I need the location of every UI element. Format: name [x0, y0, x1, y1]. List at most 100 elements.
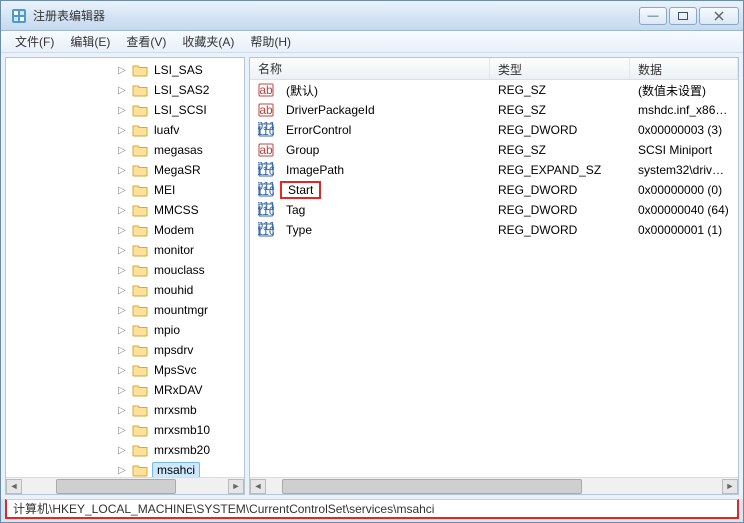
tree-item-label: mouclass: [152, 263, 207, 277]
folder-icon: [132, 63, 148, 77]
scroll-thumb[interactable]: [282, 479, 582, 494]
titlebar[interactable]: 注册表编辑器 —: [1, 1, 743, 31]
string-value-icon: ab: [258, 142, 274, 158]
value-row[interactable]: 011110StartREG_DWORD0x00000000 (0): [250, 180, 738, 200]
scroll-track[interactable]: [38, 479, 212, 494]
expand-toggle-icon[interactable]: ▷: [116, 144, 128, 156]
expand-toggle-icon[interactable]: ▷: [116, 124, 128, 136]
expand-toggle-icon[interactable]: ▷: [116, 244, 128, 256]
tree-item[interactable]: ▷mountmgr: [6, 300, 244, 320]
tree-item[interactable]: ▷ MRxDAV: [6, 380, 244, 400]
expand-toggle-icon[interactable]: ▷: [116, 224, 128, 236]
minimize-button[interactable]: —: [639, 7, 667, 25]
value-row[interactable]: 011110TypeREG_DWORD0x00000001 (1): [250, 220, 738, 240]
folder-icon: [132, 383, 148, 397]
folder-icon: [132, 263, 148, 277]
value-name: (默认): [280, 82, 324, 99]
value-row[interactable]: 011110ErrorControlREG_DWORD0x00000003 (3…: [250, 120, 738, 140]
expand-toggle-icon[interactable]: ▷: [116, 164, 128, 176]
tree-item[interactable]: ▷MEI: [6, 180, 244, 200]
close-button[interactable]: [699, 7, 739, 25]
expand-toggle-icon[interactable]: ▷: [116, 324, 128, 336]
value-list[interactable]: ab(默认)REG_SZ(数值未设置)abDriverPackageIdREG_…: [250, 80, 738, 477]
value-name: Group: [280, 143, 325, 157]
folder-icon: [132, 323, 148, 337]
scroll-right-button[interactable]: ►: [228, 479, 244, 494]
menu-file[interactable]: 文件(F): [7, 31, 62, 52]
tree-item[interactable]: ▷msahci: [6, 460, 244, 477]
scroll-left-button[interactable]: ◄: [250, 479, 266, 494]
maximize-button[interactable]: [669, 7, 697, 25]
tree-pane: ▷LSI_SAS▷LSI_SAS2▷LSI_SCSI▷luafv▷megasas…: [5, 57, 245, 495]
tree-item-label: MRxDAV: [152, 383, 204, 397]
expand-toggle-icon[interactable]: ▷: [116, 284, 128, 296]
expand-toggle-icon[interactable]: ▷: [116, 184, 128, 196]
column-type[interactable]: 类型: [490, 58, 630, 79]
svg-text:110: 110: [258, 204, 274, 218]
tree-item-label: MpsSvc: [152, 363, 199, 377]
value-name-cell: abDriverPackageId: [250, 102, 490, 118]
tree-item[interactable]: ▷megasas: [6, 140, 244, 160]
menu-view[interactable]: 查看(V): [118, 31, 174, 52]
value-row[interactable]: 011110ImagePathREG_EXPAND_SZsystem32\dri…: [250, 160, 738, 180]
value-row[interactable]: 011110TagREG_DWORD0x00000040 (64): [250, 200, 738, 220]
value-data: mshdc.inf_x86_neut: [630, 103, 738, 117]
expand-toggle-icon[interactable]: ▷: [116, 444, 128, 456]
tree-item[interactable]: ▷MegaSR: [6, 160, 244, 180]
column-name[interactable]: 名称: [250, 58, 490, 79]
expand-toggle-icon[interactable]: ▷: [116, 304, 128, 316]
scroll-left-button[interactable]: ◄: [6, 479, 22, 494]
list-hscrollbar[interactable]: ◄ ►: [250, 477, 738, 494]
svg-text:ab: ab: [259, 143, 273, 157]
folder-icon: [132, 123, 148, 137]
tree-item[interactable]: ▷ mouclass: [6, 260, 244, 280]
value-row[interactable]: abGroupREG_SZSCSI Miniport: [250, 140, 738, 160]
value-data: 0x00000003 (3): [630, 123, 738, 137]
value-name-cell: ab(默认): [250, 82, 490, 99]
value-data: 0x00000000 (0): [630, 183, 738, 197]
expand-toggle-icon[interactable]: ▷: [116, 104, 128, 116]
folder-icon: [132, 423, 148, 437]
value-name-cell: 011110ErrorControl: [250, 122, 490, 138]
scroll-thumb[interactable]: [56, 479, 176, 494]
tree-item[interactable]: ▷monitor: [6, 240, 244, 260]
menu-help[interactable]: 帮助(H): [242, 31, 299, 52]
tree-item[interactable]: ▷mrxsmb10: [6, 420, 244, 440]
tree-item[interactable]: ▷LSI_SAS2: [6, 80, 244, 100]
scroll-track[interactable]: [282, 479, 706, 494]
value-type: REG_DWORD: [490, 123, 630, 137]
folder-icon: [132, 143, 148, 157]
tree-hscrollbar[interactable]: ◄ ►: [6, 477, 244, 494]
expand-toggle-icon[interactable]: ▷: [116, 264, 128, 276]
menu-edit[interactable]: 编辑(E): [62, 31, 118, 52]
column-data[interactable]: 数据: [630, 58, 738, 79]
scroll-right-button[interactable]: ►: [722, 479, 738, 494]
tree-item[interactable]: ▷luafv: [6, 120, 244, 140]
expand-toggle-icon[interactable]: ▷: [116, 84, 128, 96]
value-row[interactable]: abDriverPackageIdREG_SZmshdc.inf_x86_neu…: [250, 100, 738, 120]
tree-item-label: Modem: [152, 223, 196, 237]
expand-toggle-icon[interactable]: ▷: [116, 64, 128, 76]
tree-item[interactable]: ▷LSI_SCSI: [6, 100, 244, 120]
value-data: 0x00000001 (1): [630, 223, 738, 237]
expand-toggle-icon[interactable]: ▷: [116, 204, 128, 216]
tree-item[interactable]: ▷MMCSS: [6, 200, 244, 220]
tree-item[interactable]: ▷ Modem: [6, 220, 244, 240]
expand-toggle-icon[interactable]: ▷: [116, 344, 128, 356]
tree-item[interactable]: ▷mrxsmb: [6, 400, 244, 420]
expand-toggle-icon[interactable]: ▷: [116, 364, 128, 376]
tree-item[interactable]: ▷mouhid: [6, 280, 244, 300]
expand-toggle-icon[interactable]: ▷: [116, 424, 128, 436]
expand-toggle-icon[interactable]: ▷: [116, 404, 128, 416]
tree-item[interactable]: ▷ MpsSvc: [6, 360, 244, 380]
svg-text:ab: ab: [259, 103, 273, 117]
menu-favorites[interactable]: 收藏夹(A): [174, 31, 242, 52]
tree-item[interactable]: ▷mpsdrv: [6, 340, 244, 360]
expand-toggle-icon[interactable]: ▷: [116, 464, 128, 476]
value-row[interactable]: ab(默认)REG_SZ(数值未设置): [250, 80, 738, 100]
expand-toggle-icon[interactable]: ▷: [116, 384, 128, 396]
tree-item[interactable]: ▷mpio: [6, 320, 244, 340]
registry-tree[interactable]: ▷LSI_SAS▷LSI_SAS2▷LSI_SCSI▷luafv▷megasas…: [6, 58, 244, 477]
tree-item[interactable]: ▷LSI_SAS: [6, 60, 244, 80]
tree-item[interactable]: ▷mrxsmb20: [6, 440, 244, 460]
